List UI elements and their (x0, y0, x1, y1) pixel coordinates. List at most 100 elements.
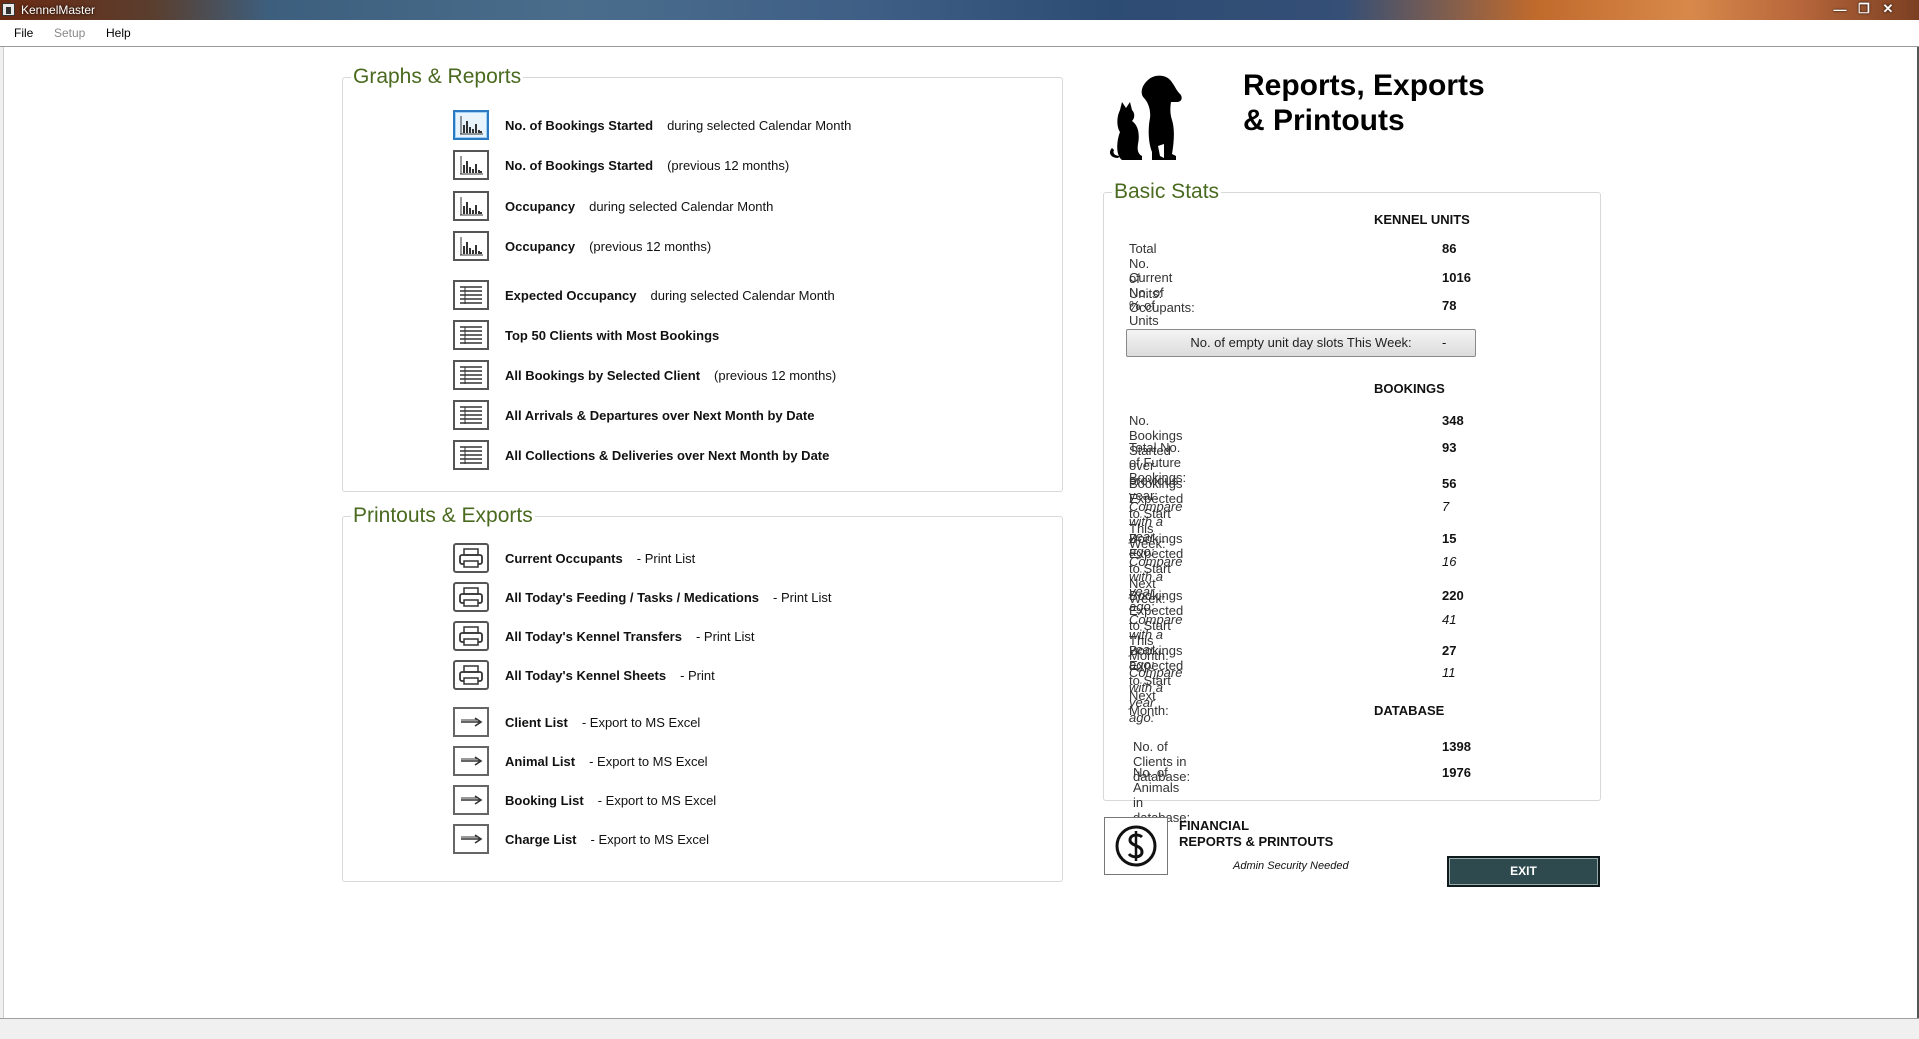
report-occupancy-12m[interactable]: Occupancy (previous 12 months) (453, 230, 711, 262)
bookings-title: BOOKINGS (1374, 381, 1445, 396)
arrow-right-icon[interactable] (453, 707, 489, 737)
report-note: during selected Calendar Month (589, 198, 774, 214)
report-label: No. of Bookings Started (505, 157, 654, 173)
graphs-reports-group: Graphs & Reports No. of Bookings Started… (342, 65, 1063, 492)
stat-label: Compare with a year ago: (1129, 665, 1183, 725)
report-collections-deliveries[interactable]: All Collections & Deliveries over Next M… (453, 439, 843, 471)
stat-value: 78 (1442, 298, 1457, 313)
export-note: - Export to MS Excel (581, 714, 701, 730)
left-border (0, 47, 4, 1019)
database-title: DATABASE (1374, 703, 1445, 718)
printouts-exports-legend: Printouts & Exports (351, 504, 535, 528)
restore-icon[interactable]: ❐ (1855, 1, 1873, 17)
report-bookings-by-client[interactable]: All Bookings by Selected Client (previou… (453, 359, 836, 391)
export-label: Animal List (505, 753, 576, 769)
report-note: (previous 12 months) (667, 157, 790, 173)
table-icon[interactable] (453, 280, 489, 310)
minimize-icon[interactable]: — (1831, 2, 1849, 17)
stat-value: 1016 (1442, 270, 1471, 285)
stat-value: 41 (1442, 612, 1457, 627)
bar-chart-icon[interactable] (453, 110, 489, 140)
print-label: All Today's Kennel Sheets (505, 667, 667, 683)
bar-chart-icon[interactable] (453, 231, 489, 261)
report-expected-occupancy[interactable]: Expected Occupancy during selected Calen… (453, 279, 835, 311)
report-label: Expected Occupancy (505, 287, 637, 303)
empty-slots-button[interactable]: No. of empty unit day slots This Week: (1126, 329, 1476, 357)
export-animal-list[interactable]: Animal List - Export to MS Excel (453, 745, 708, 777)
basic-stats-legend: Basic Stats (1112, 180, 1222, 204)
export-label: Client List (505, 714, 568, 730)
stat-value: 7 (1442, 499, 1450, 514)
stat-value: 1398 (1442, 739, 1471, 754)
admin-security-note: Admin Security Needed (1233, 860, 1349, 872)
report-bookings-12m[interactable]: No. of Bookings Started (previous 12 mon… (453, 149, 789, 181)
export-label: Booking List (505, 792, 584, 808)
print-label: All Today's Kennel Transfers (505, 628, 682, 644)
printer-icon[interactable] (453, 660, 489, 690)
window-title: KennelMaster (21, 3, 96, 17)
stat-value: 16 (1442, 554, 1457, 569)
page-title: Reports, Exports & Printouts (1243, 68, 1485, 138)
print-current-occupants[interactable]: Current Occupants - Print List (453, 542, 695, 574)
export-client-list[interactable]: Client List - Export to MS Excel (453, 706, 700, 738)
table-icon[interactable] (453, 400, 489, 430)
close-icon[interactable]: ✕ (1879, 1, 1897, 17)
report-label: All Arrivals & Departures over Next Mont… (505, 407, 815, 423)
table-icon[interactable] (453, 320, 489, 350)
app-icon (2, 3, 15, 16)
table-icon[interactable] (453, 360, 489, 390)
printer-icon[interactable] (453, 582, 489, 612)
print-kennel-transfers[interactable]: All Today's Kennel Transfers - Print Lis… (453, 620, 754, 652)
print-note: - Print List (636, 550, 696, 566)
print-label: Current Occupants (505, 550, 623, 566)
arrow-right-icon[interactable] (453, 785, 489, 815)
print-feeding-tasks[interactable]: All Today's Feeding / Tasks / Medication… (453, 581, 832, 613)
bar-chart-icon[interactable] (453, 191, 489, 221)
menu-help[interactable]: Help (106, 26, 131, 40)
export-note: - Export to MS Excel (589, 753, 708, 769)
print-kennel-sheets[interactable]: All Today's Kennel Sheets - Print (453, 659, 715, 691)
graphs-reports-legend: Graphs & Reports (351, 65, 524, 89)
export-booking-list[interactable]: Booking List - Export to MS Excel (453, 784, 716, 816)
print-note: - Print List (773, 589, 832, 605)
report-bookings-month[interactable]: No. of Bookings Started during selected … (453, 109, 851, 141)
arrow-right-icon[interactable] (453, 746, 489, 776)
report-label: No. of Bookings Started (505, 117, 654, 133)
menu-file[interactable]: File (14, 26, 33, 40)
report-note: (previous 12 months) (714, 367, 837, 383)
basic-stats-group: Basic Stats KENNEL UNITS Total No. of Un… (1103, 180, 1601, 825)
financial-line2: REPORTS & PRINTOUTS (1179, 834, 1334, 849)
printer-icon[interactable] (453, 543, 489, 573)
stat-value: 56 (1442, 476, 1457, 491)
printer-icon[interactable] (453, 621, 489, 651)
bar-chart-icon[interactable] (453, 150, 489, 180)
report-arrivals-departures[interactable]: All Arrivals & Departures over Next Mont… (453, 399, 828, 431)
report-top-clients[interactable]: Top 50 Clients with Most Bookings (453, 319, 733, 351)
stat-value: 348 (1442, 413, 1464, 428)
report-label: All Collections & Deliveries over Next M… (505, 447, 830, 463)
export-label: Charge List (505, 831, 577, 847)
arrow-right-icon[interactable] (453, 824, 489, 854)
stat-value: 86 (1442, 241, 1457, 256)
financial-reports-button[interactable] (1104, 817, 1168, 875)
report-occupancy-month[interactable]: Occupancy during selected Calendar Month (453, 190, 773, 222)
page-title-line1: Reports, Exports (1243, 69, 1485, 102)
export-charge-list[interactable]: Charge List - Export to MS Excel (453, 823, 709, 855)
report-note: during selected Calendar Month (650, 287, 835, 303)
dog-cat-icon (1110, 75, 1182, 160)
export-note: - Export to MS Excel (590, 831, 709, 847)
exit-button[interactable]: EXIT (1447, 856, 1600, 887)
report-label: Top 50 Clients with Most Bookings (505, 327, 720, 343)
window-controls: — ❐ ✕ (1831, 0, 1897, 18)
print-note: - Print List (695, 628, 755, 644)
title-bar: KennelMaster — ❐ ✕ (0, 0, 1919, 20)
stat-value: 1976 (1442, 765, 1471, 780)
table-icon[interactable] (453, 440, 489, 470)
stat-value: - (1442, 335, 1447, 350)
financial-line1: FINANCIAL (1179, 818, 1250, 833)
financial-reports-title: FINANCIAL REPORTS & PRINTOUTS (1179, 818, 1333, 850)
print-label: All Today's Feeding / Tasks / Medication… (505, 589, 760, 605)
print-note: - Print (680, 667, 715, 683)
page-title-line2: & Printouts (1243, 104, 1405, 137)
menu-setup[interactable]: Setup (54, 26, 85, 40)
